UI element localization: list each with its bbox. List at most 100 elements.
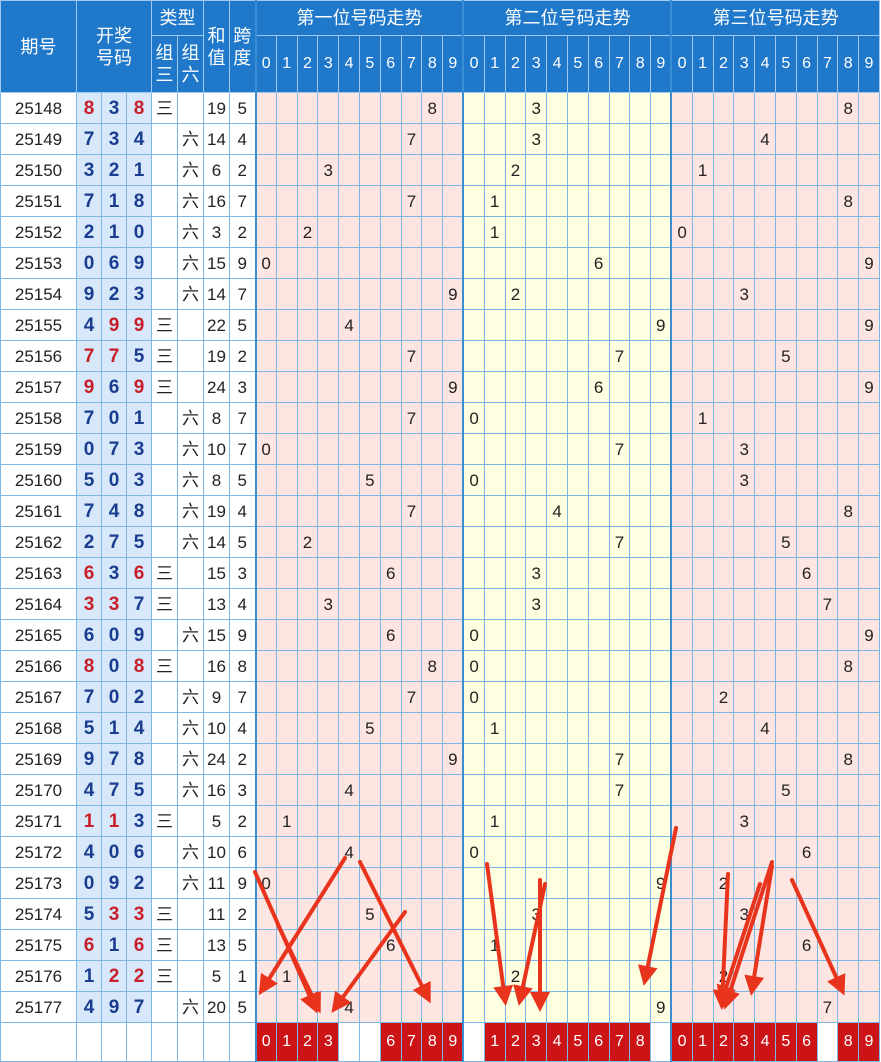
trend-cell (275, 433, 298, 465)
trend-hit-cell: 8 (837, 185, 860, 217)
trend-cell (712, 309, 735, 341)
trend-cell (275, 92, 298, 124)
type-z3-cell: 三 (151, 960, 178, 992)
type-z6-cell: 六 (177, 247, 204, 279)
trend-cell (317, 712, 340, 744)
trend-hit-cell: 9 (650, 991, 672, 1023)
trend-cell (296, 929, 319, 961)
trend-hit-cell: 7 (400, 495, 423, 527)
trend-cell (379, 433, 402, 465)
trend-cell (774, 898, 797, 930)
trend-cell (358, 92, 381, 124)
draw-number-header: 开奖 号码 (76, 0, 152, 93)
type-z6-cell (177, 650, 204, 682)
type-z3-cell: 三 (151, 371, 178, 403)
trend-hit-cell: 7 (400, 185, 423, 217)
trend-cell (795, 960, 818, 992)
trend-cell (421, 712, 444, 744)
trend-cell (421, 247, 444, 279)
table-row: 25161 7 4 8 六 19 4 7 4 8 (0, 495, 880, 527)
trend-cell (483, 309, 506, 341)
trend-cell (650, 836, 672, 868)
trend-cell (546, 278, 568, 310)
trend-cell (275, 836, 298, 868)
trend-cell (462, 867, 485, 899)
trend-cell (442, 92, 464, 124)
trend-hit-cell: 0 (462, 464, 485, 496)
trend-cell (338, 433, 360, 465)
trend-cell (275, 123, 298, 155)
trend-cell (712, 526, 735, 558)
trend-cell (795, 185, 818, 217)
trend-cell (774, 557, 797, 589)
trend-cell (358, 123, 381, 155)
z6-header-line2: 六 (181, 65, 200, 85)
trend-cell (587, 495, 610, 527)
trend-cell (317, 278, 340, 310)
trend-cell (462, 309, 485, 341)
trend-cell (504, 588, 527, 620)
trend-cell (358, 929, 381, 961)
trend-cell (774, 371, 797, 403)
trend-cell (483, 278, 506, 310)
trend-cell (837, 557, 860, 589)
trend-cell (816, 712, 839, 744)
pick-pos2-digit-3: 3 (525, 1022, 548, 1062)
pick-row-blank (76, 1022, 102, 1062)
trend-cell (587, 898, 610, 930)
trend-cell (379, 743, 402, 775)
trend-cell (442, 960, 464, 992)
trend-cell (338, 278, 360, 310)
span-cell: 5 (229, 92, 256, 124)
trend-cell (296, 154, 319, 186)
trend-cell (254, 960, 277, 992)
trend-cell (546, 898, 568, 930)
type-z6-cell (177, 805, 204, 837)
trend-cell (795, 433, 818, 465)
trend-cell (650, 123, 672, 155)
trend-cell (275, 371, 298, 403)
pick-row-blank (0, 1022, 77, 1062)
trend-cell (317, 991, 340, 1023)
trend-cell (379, 464, 402, 496)
trend-cell (421, 805, 444, 837)
trend-cell (317, 402, 340, 434)
span-cell: 3 (229, 557, 256, 589)
draw-digit-3: 5 (126, 526, 152, 558)
draw-digit-3: 1 (126, 154, 152, 186)
draw-digit-2: 7 (101, 743, 127, 775)
trend-cell (712, 433, 735, 465)
trend-cell (650, 216, 672, 248)
trend-cell (338, 898, 360, 930)
trend-hit-cell: 6 (587, 371, 610, 403)
sum-cell: 24 (203, 371, 230, 403)
trend-cell (858, 433, 880, 465)
trend-cell (670, 774, 693, 806)
trend-cell (546, 743, 568, 775)
trend-cell (442, 712, 464, 744)
type-z3-cell: 三 (151, 92, 178, 124)
trend-cell (733, 371, 756, 403)
trend-cell (670, 433, 693, 465)
trend-cell (650, 92, 672, 124)
trend-hit-cell: 9 (858, 619, 880, 651)
draw-digit-2: 1 (101, 929, 127, 961)
trend-cell (358, 154, 381, 186)
trend-hit-cell: 6 (795, 929, 818, 961)
trend-cell (400, 929, 423, 961)
trend-cell (795, 278, 818, 310)
trend-cell (254, 464, 277, 496)
trend-cell (254, 774, 277, 806)
draw-digit-3: 3 (126, 433, 152, 465)
trend-cell (691, 371, 714, 403)
draw-digit-2: 3 (101, 92, 127, 124)
digit-header-1: 1 (275, 35, 298, 93)
trend-cell (566, 929, 589, 961)
trend-cell (400, 960, 423, 992)
trend-cell (275, 712, 298, 744)
trend-cell (275, 650, 298, 682)
trend-cell (733, 557, 756, 589)
trend-cell (650, 588, 672, 620)
type-z3-cell (151, 278, 178, 310)
trend-cell (608, 619, 631, 651)
